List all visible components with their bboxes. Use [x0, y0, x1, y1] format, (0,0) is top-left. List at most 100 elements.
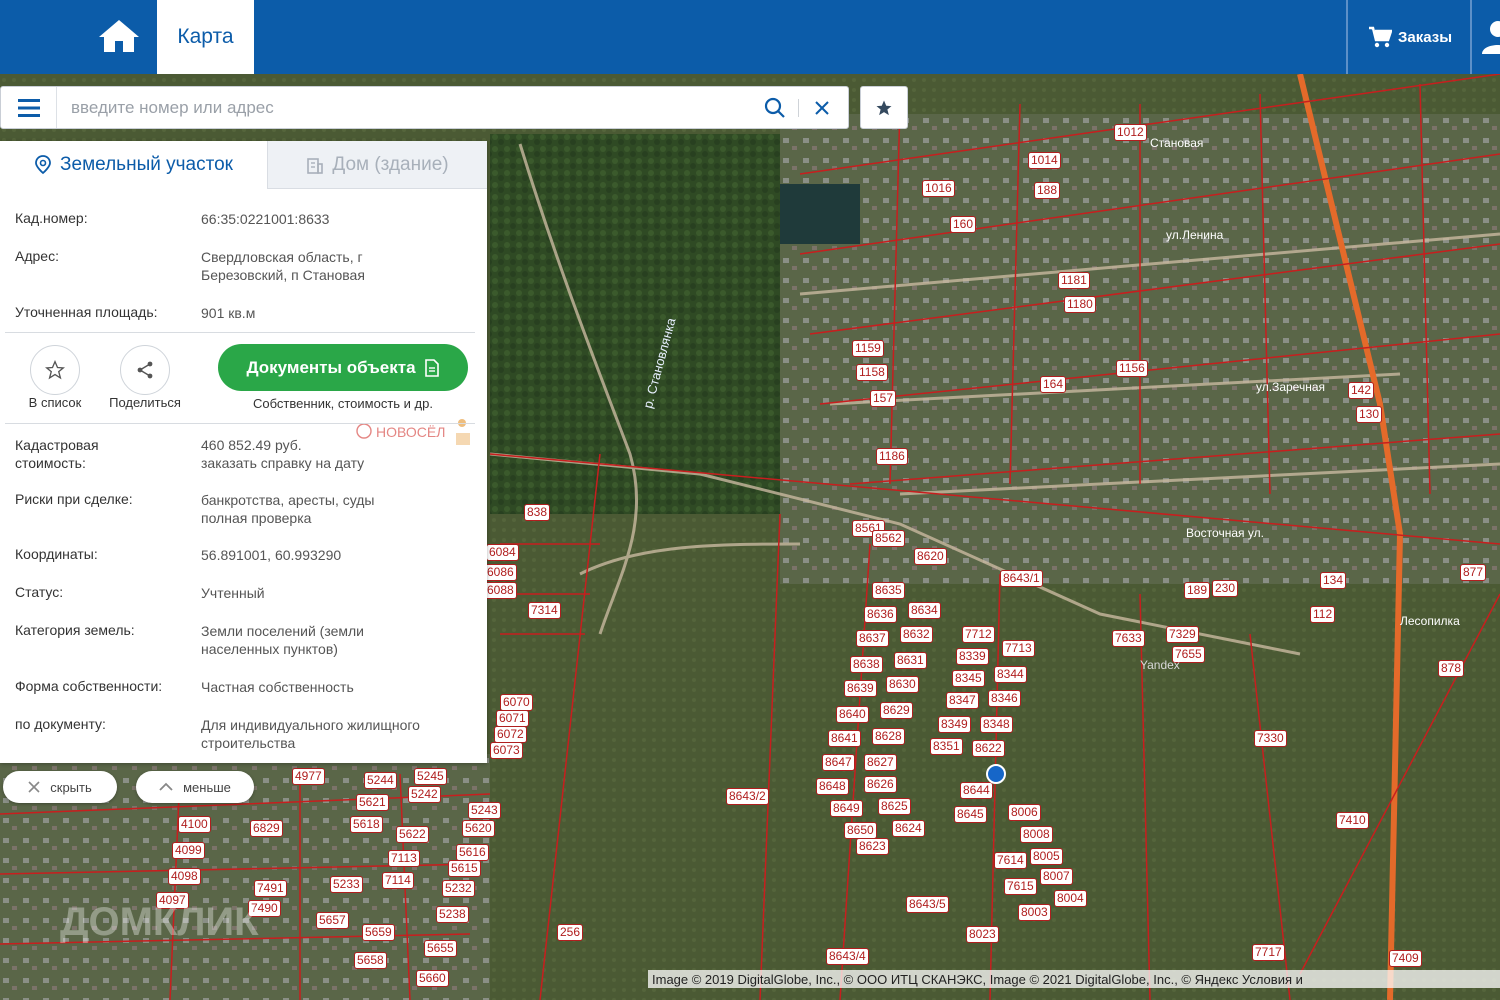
- search-icon[interactable]: [761, 95, 789, 121]
- documents-button[interactable]: Документы объекта: [218, 344, 468, 391]
- parcel-label[interactable]: 8628: [872, 728, 905, 745]
- hide-panel-button[interactable]: скрыть: [3, 771, 117, 803]
- parcel-label[interactable]: 5658: [354, 952, 387, 969]
- parcel-label[interactable]: 7114: [382, 872, 414, 889]
- parcel-label[interactable]: 8631: [894, 652, 927, 669]
- parcel-label[interactable]: 8624: [892, 820, 925, 837]
- parcel-label[interactable]: 8643/4: [826, 948, 869, 965]
- parcel-label[interactable]: 6084: [486, 544, 519, 561]
- parcel-label[interactable]: 8346: [988, 690, 1021, 707]
- parcel-label[interactable]: 8004: [1054, 890, 1087, 907]
- parcel-label[interactable]: 8640: [836, 706, 869, 723]
- collapse-panel-button[interactable]: меньше: [136, 771, 254, 803]
- parcel-label[interactable]: 6072: [494, 726, 527, 743]
- parcel-label[interactable]: 8637: [856, 630, 889, 647]
- parcel-label[interactable]: 1180: [1064, 296, 1096, 313]
- parcel-label[interactable]: 1159: [852, 340, 884, 357]
- parcel-label[interactable]: 4099: [172, 842, 205, 859]
- parcel-label[interactable]: 1014: [1028, 152, 1061, 169]
- parcel-label[interactable]: 164: [1040, 376, 1067, 393]
- parcel-label[interactable]: 5615: [448, 860, 481, 877]
- close-icon[interactable]: [808, 95, 836, 121]
- parcel-label[interactable]: 7113: [388, 850, 420, 867]
- parcel-label[interactable]: 1186: [876, 448, 908, 465]
- parcel-label[interactable]: 8344: [994, 666, 1027, 683]
- order-certificate-link[interactable]: заказать справку на дату: [201, 454, 481, 472]
- parcel-label[interactable]: 5618: [350, 816, 383, 833]
- parcel-label[interactable]: 8626: [864, 776, 897, 793]
- parcel-label[interactable]: 134: [1320, 572, 1347, 589]
- parcel-label[interactable]: 188: [1034, 182, 1061, 199]
- parcel-label[interactable]: 5242: [408, 786, 441, 803]
- favorites-star-icon[interactable]: [860, 86, 908, 129]
- parcel-label[interactable]: 8632: [900, 626, 933, 643]
- parcel-label[interactable]: 8635: [872, 582, 905, 599]
- tab-land-plot[interactable]: Земельный участок: [0, 141, 267, 189]
- home-icon[interactable]: [92, 12, 146, 60]
- parcel-label[interactable]: 8349: [938, 716, 971, 733]
- share-button[interactable]: [120, 345, 170, 395]
- parcel-label[interactable]: 838: [524, 504, 551, 521]
- parcel-label[interactable]: 7329: [1166, 626, 1199, 643]
- parcel-label[interactable]: 5660: [416, 970, 449, 987]
- parcel-label[interactable]: 8622: [972, 740, 1005, 757]
- parcel-label[interactable]: 7717: [1252, 944, 1285, 961]
- parcel-label[interactable]: 1181: [1058, 272, 1090, 289]
- orders-button[interactable]: Заказы: [1352, 0, 1468, 74]
- full-check-link[interactable]: полная проверка: [201, 509, 481, 527]
- parcel-label[interactable]: 256: [557, 924, 584, 941]
- parcel-label[interactable]: 6070: [500, 694, 533, 711]
- parcel-label[interactable]: 7712: [962, 626, 995, 643]
- parcel-label[interactable]: 4977: [292, 768, 325, 785]
- parcel-label[interactable]: 5232: [442, 880, 475, 897]
- parcel-label[interactable]: 8003: [1018, 904, 1051, 921]
- parcel-label[interactable]: 8650: [844, 822, 877, 839]
- parcel-label[interactable]: 7491: [254, 880, 287, 897]
- parcel-label[interactable]: 160: [950, 216, 977, 233]
- parcel-label[interactable]: 8008: [1020, 826, 1053, 843]
- location-marker[interactable]: [986, 764, 1006, 784]
- parcel-label[interactable]: 6088: [484, 582, 517, 599]
- add-to-list-button[interactable]: [30, 345, 80, 395]
- menu-icon[interactable]: [1, 87, 57, 128]
- parcel-label[interactable]: 1016: [922, 180, 955, 197]
- parcel-label[interactable]: 5659: [362, 924, 395, 941]
- parcel-label[interactable]: 1158: [856, 364, 888, 381]
- parcel-label[interactable]: 7615: [1004, 878, 1037, 895]
- parcel-label[interactable]: 8348: [980, 716, 1013, 733]
- parcel-label[interactable]: 5244: [364, 772, 397, 789]
- parcel-label[interactable]: 5657: [316, 912, 349, 929]
- parcel-label[interactable]: 1156: [1116, 360, 1148, 377]
- parcel-label[interactable]: 7409: [1389, 950, 1422, 967]
- parcel-label[interactable]: 8562: [872, 530, 905, 547]
- parcel-label[interactable]: 878: [1438, 660, 1465, 677]
- parcel-label[interactable]: 130: [1356, 406, 1383, 423]
- parcel-label[interactable]: 8625: [878, 798, 911, 815]
- parcel-label[interactable]: 8627: [864, 754, 897, 771]
- search-input[interactable]: [71, 94, 751, 122]
- user-icon[interactable]: [1478, 18, 1500, 56]
- parcel-label[interactable]: 5622: [396, 826, 429, 843]
- parcel-label[interactable]: 8623: [856, 838, 889, 855]
- parcel-label[interactable]: 8630: [886, 676, 919, 693]
- parcel-label[interactable]: 5655: [424, 940, 457, 957]
- parcel-label[interactable]: 877: [1460, 564, 1487, 581]
- parcel-label[interactable]: 8644: [960, 782, 993, 799]
- parcel-label[interactable]: 8648: [816, 778, 849, 795]
- parcel-label[interactable]: 8643/5: [906, 896, 949, 913]
- parcel-label[interactable]: 8649: [830, 800, 863, 817]
- parcel-label[interactable]: 8645: [954, 806, 987, 823]
- parcel-label[interactable]: 8638: [850, 656, 883, 673]
- parcel-label[interactable]: 8347: [946, 692, 979, 709]
- parcel-label[interactable]: 8005: [1030, 848, 1063, 865]
- parcel-label[interactable]: 4098: [168, 868, 201, 885]
- parcel-label[interactable]: 1012: [1114, 124, 1147, 141]
- tab-map[interactable]: Карта: [157, 0, 254, 74]
- parcel-label[interactable]: 142: [1348, 382, 1375, 399]
- parcel-label[interactable]: 189: [1184, 582, 1211, 599]
- parcel-label[interactable]: 6086: [484, 564, 517, 581]
- parcel-label[interactable]: 8620: [914, 548, 947, 565]
- parcel-label[interactable]: 230: [1212, 580, 1239, 597]
- parcel-label[interactable]: 8639: [844, 680, 877, 697]
- parcel-label[interactable]: 6071: [496, 710, 529, 727]
